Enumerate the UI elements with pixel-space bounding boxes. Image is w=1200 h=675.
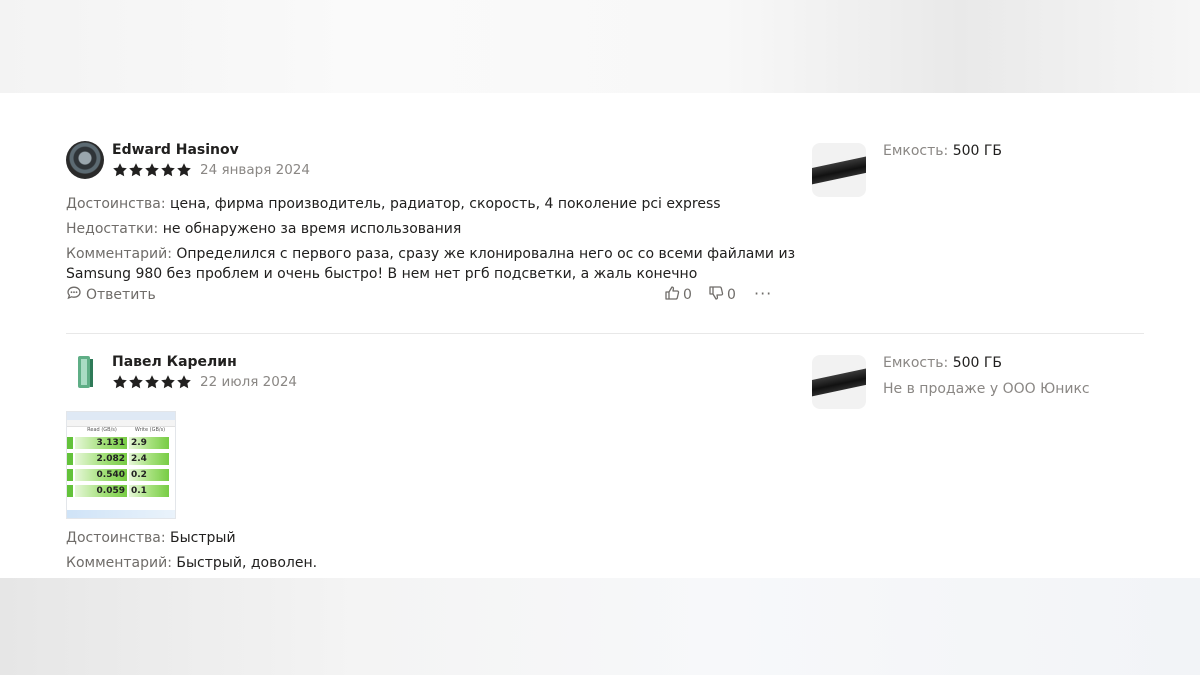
read-value: 0.540: [75, 469, 127, 481]
rating-row: 24 января 2024: [112, 161, 310, 179]
comment-label: Комментарий:: [66, 555, 172, 571]
capacity-label: Емкость:: [883, 355, 949, 371]
benchmark-row: 2.082 2.4: [67, 453, 175, 467]
comment-label: Комментарий:: [66, 246, 172, 262]
bottom-background: [0, 578, 1200, 675]
reviews-section: Edward Hasinov 24 января 2024 Достоинств…: [0, 93, 1200, 578]
review-actions: Ответить 0 0 ···: [66, 285, 776, 305]
review-author[interactable]: Павел Карелин: [112, 354, 237, 370]
rating-row: 22 июля 2024: [112, 373, 297, 391]
dislike-count: 0: [727, 287, 736, 303]
avatar[interactable]: [66, 141, 104, 179]
pros-label: Достоинства:: [66, 196, 166, 212]
star-icon: [176, 374, 192, 390]
photo-header-row: Read (GB/s) Write (GB/s): [67, 427, 175, 435]
comment-line-continued: Samsung 980 без проблем и очень быстро! …: [66, 266, 698, 282]
reply-button[interactable]: Ответить: [66, 285, 156, 305]
cons-line: Недостатки: не обнаружено за время испол…: [66, 219, 461, 239]
pros-line: Достоинства: цена, фирма производитель, …: [66, 194, 721, 214]
capacity-value: 500 ГБ: [948, 355, 1003, 371]
ssd-image: [812, 366, 866, 398]
review-date: 22 июля 2024: [200, 374, 298, 390]
star-icon: [144, 374, 160, 390]
ssd-image: [812, 154, 866, 186]
comment-text: Быстрый, доволен.: [171, 555, 318, 571]
more-options-icon[interactable]: ···: [754, 285, 772, 303]
comment-line: Комментарий: Определился с первого раза,…: [66, 244, 795, 264]
review-date: 24 января 2024: [200, 162, 310, 178]
write-header: Write (GB/s): [134, 427, 166, 433]
star-icon: [112, 374, 128, 390]
benchmark-row: 3.131 2.9: [67, 437, 175, 451]
review-photo[interactable]: Read (GB/s) Write (GB/s) 3.131 2.9 2.082 2…: [66, 411, 176, 519]
star-icon: [128, 162, 144, 178]
capacity-spec: Емкость: 500 ГБ: [883, 355, 1002, 371]
benchmark-row: 0.540 0.2: [67, 469, 175, 483]
like-button[interactable]: 0: [664, 285, 692, 305]
product-thumbnail[interactable]: [812, 143, 866, 197]
rating-stars: [112, 374, 192, 390]
read-header: Read (GB/s): [87, 427, 117, 433]
star-icon: [128, 374, 144, 390]
review-divider: [66, 333, 1144, 334]
star-icon: [176, 162, 192, 178]
avatar[interactable]: [66, 353, 104, 391]
comment-bubble-icon: [66, 285, 82, 305]
capacity-spec: Емкость: 500 ГБ: [883, 143, 1002, 159]
star-icon: [160, 374, 176, 390]
seller-availability: Не в продаже у ООО Юникс: [883, 381, 1090, 397]
read-value: 3.131: [75, 437, 127, 449]
pros-text: цена, фирма производитель, радиатор, ско…: [165, 196, 721, 212]
pros-label: Достоинства:: [66, 530, 166, 546]
benchmark-row: 0.059 0.1: [67, 485, 175, 499]
write-value: 0.1: [129, 485, 169, 497]
read-value: 2.082: [75, 453, 127, 465]
star-icon: [160, 162, 176, 178]
like-count: 0: [683, 287, 692, 303]
cons-label: Недостатки:: [66, 221, 159, 237]
star-icon: [144, 162, 160, 178]
reply-label: Ответить: [86, 287, 156, 303]
thumbs-up-icon: [664, 285, 680, 305]
pros-line: Достоинства: Быстрый: [66, 528, 236, 548]
thumbs-down-icon: [708, 285, 724, 305]
capacity-value: 500 ГБ: [948, 143, 1003, 159]
comment-text: Определился с первого раза, сразу же кло…: [171, 246, 796, 262]
write-value: 0.2: [129, 469, 169, 481]
photo-title-bar: [67, 412, 175, 420]
top-background: [0, 0, 1200, 93]
review-author[interactable]: Edward Hasinov: [112, 142, 239, 158]
dislike-button[interactable]: 0: [708, 285, 736, 305]
pros-text: Быстрый: [165, 530, 236, 546]
write-value: 2.9: [129, 437, 169, 449]
rating-stars: [112, 162, 192, 178]
photo-menu-bar: [67, 420, 175, 427]
star-icon: [112, 162, 128, 178]
capacity-label: Емкость:: [883, 143, 949, 159]
write-value: 2.4: [129, 453, 169, 465]
photo-footer: [67, 510, 175, 518]
cons-text: не обнаружено за время использования: [158, 221, 462, 237]
product-thumbnail[interactable]: [812, 355, 866, 409]
comment-line: Комментарий: Быстрый, доволен.: [66, 553, 317, 573]
read-value: 0.059: [75, 485, 127, 497]
